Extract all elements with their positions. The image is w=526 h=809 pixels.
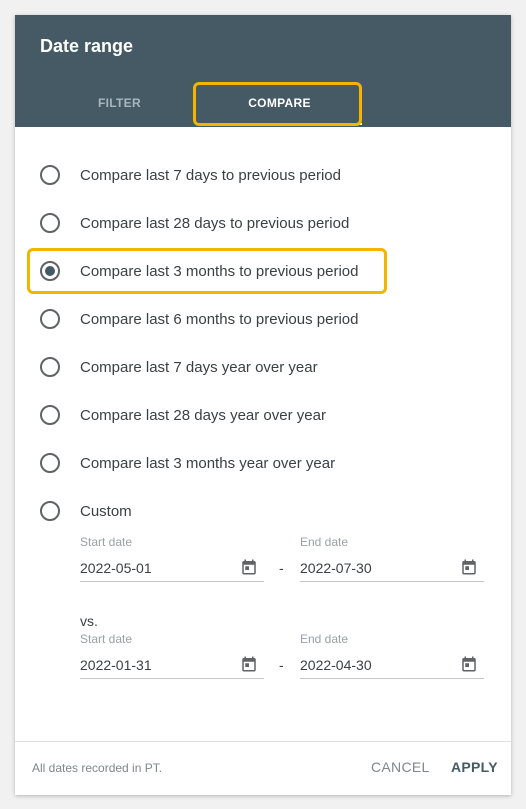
radio-button[interactable] [40,213,60,233]
field-label: End date [300,632,349,646]
radio-button[interactable] [40,165,60,185]
range2-start-input[interactable] [80,651,264,679]
option-last-28-days-previous[interactable]: Compare last 28 days to previous period [40,208,480,238]
option-label: Compare last 7 days year over year [80,358,318,376]
option-last-3-months-yoy[interactable]: Compare last 3 months year over year [40,448,480,478]
option-custom[interactable]: Custom [40,496,480,526]
radio-button[interactable] [40,501,60,521]
option-label: Custom [80,502,132,520]
option-label: Compare last 6 months to previous period [80,310,359,328]
calendar-icon[interactable] [240,558,258,576]
range-separator: - [279,560,284,576]
option-last-7-days-previous[interactable]: Compare last 7 days to previous period [40,160,480,190]
timezone-note: All dates recorded in PT. [32,761,163,775]
option-label: Compare last 28 days year over year [80,406,326,424]
radio-button-selected[interactable] [40,261,60,281]
tab-compare[interactable]: COMPARE [197,81,362,125]
apply-button[interactable]: APPLY [451,759,498,775]
cancel-button[interactable]: CANCEL [371,759,430,775]
range2-end-input[interactable] [300,651,484,679]
calendar-icon[interactable] [460,558,478,576]
field-label: End date [300,535,349,549]
vs-label: vs. [80,613,98,629]
option-last-3-months-previous[interactable]: Compare last 3 months to previous period [40,256,480,286]
option-label: Compare last 3 months to previous period [80,262,359,280]
option-label: Compare last 7 days to previous period [80,166,341,184]
range1-end-input[interactable] [300,554,484,582]
date-range-dialog: Date range FILTER COMPARE Compare last 7… [15,15,511,795]
radio-button[interactable] [40,405,60,425]
radio-button[interactable] [40,357,60,377]
tab-filter[interactable]: FILTER [37,81,202,125]
option-label: Compare last 28 days to previous period [80,214,350,232]
range1-start-field: Start date [80,535,264,585]
radio-button[interactable] [40,309,60,329]
calendar-icon[interactable] [460,655,478,673]
range2-start-field: Start date [80,632,264,682]
option-last-7-days-yoy[interactable]: Compare last 7 days year over year [40,352,480,382]
dialog-header: Date range FILTER COMPARE [15,15,511,127]
option-last-6-months-previous[interactable]: Compare last 6 months to previous period [40,304,480,334]
field-label: Start date [80,535,133,549]
range1-end-field: End date [300,535,484,585]
range-separator: - [279,657,284,673]
option-last-28-days-yoy[interactable]: Compare last 28 days year over year [40,400,480,430]
option-label: Compare last 3 months year over year [80,454,336,472]
range2-end-field: End date [300,632,484,682]
dialog-title: Date range [40,36,134,56]
field-label: Start date [80,632,133,646]
calendar-icon[interactable] [240,655,258,673]
range1-start-input[interactable] [80,554,264,582]
dialog-footer: All dates recorded in PT. CANCEL APPLY [15,741,511,795]
radio-button[interactable] [40,453,60,473]
